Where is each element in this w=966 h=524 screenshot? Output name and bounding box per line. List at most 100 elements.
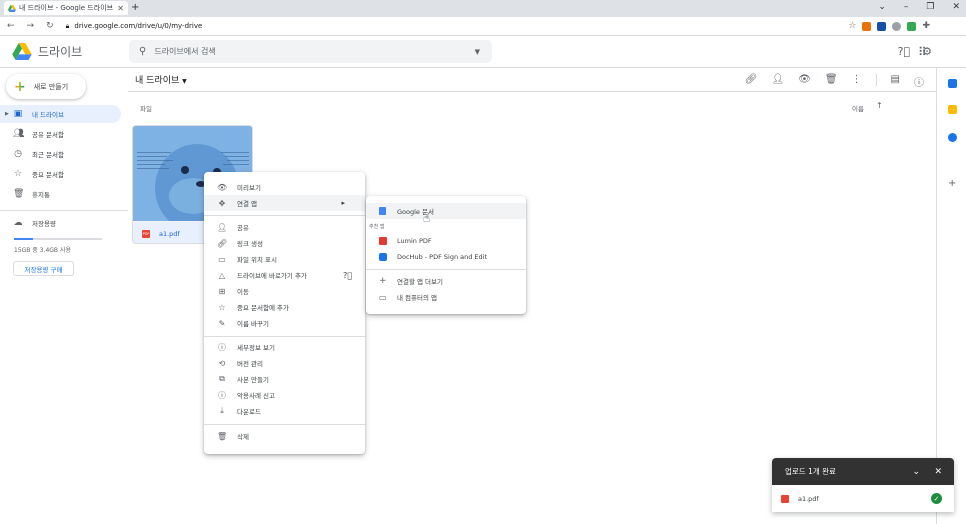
search-options-icon[interactable]: ▼	[475, 48, 480, 56]
page-title-text: 내 드라이브	[135, 76, 180, 86]
minimize-icon[interactable]: –	[904, 2, 909, 12]
bookmark-star-icon[interactable]: ☆	[848, 21, 856, 31]
clock-icon: ◷	[14, 149, 22, 159]
chevron-down-icon[interactable]: ⌄	[878, 2, 886, 12]
menu-item-delete[interactable]: 🗑︎ 삭제	[204, 428, 365, 444]
info-icon: ⓘ	[218, 342, 226, 352]
link-icon[interactable]: 🔗︎	[745, 74, 758, 89]
keep-icon[interactable]	[948, 105, 957, 114]
help-icon[interactable]: ?⃝	[343, 271, 352, 280]
divider	[128, 91, 936, 92]
list-view-icon[interactable]: ▤	[891, 74, 900, 89]
upload-file-name: a1.pdf	[798, 494, 819, 503]
search-icon[interactable]: ⚲	[139, 46, 146, 57]
menu-item-google-docs[interactable]: Google 문서	[366, 203, 526, 219]
menu-item-details[interactable]: ⓘ 세부정보 보기	[204, 339, 365, 355]
menu-item-label: Lumin PDF	[397, 237, 432, 245]
trash-icon: 🗑︎	[217, 431, 228, 441]
info-icon[interactable]: ⓘ	[914, 74, 924, 89]
close-tab-icon[interactable]: ✕	[117, 4, 124, 13]
extension-icon[interactable]	[892, 21, 902, 31]
more-vert-icon[interactable]: ⋮	[852, 74, 862, 89]
menu-item-move[interactable]: ⊞ 이동	[204, 283, 365, 299]
chevron-right-icon: ▸	[341, 199, 345, 207]
file-name: a1.pdf	[159, 229, 180, 238]
calendar-icon[interactable]	[948, 79, 957, 88]
puzzle-icon[interactable]: ✚	[922, 21, 930, 31]
dochub-icon	[379, 253, 387, 261]
sort-arrow-icon[interactable]: ↑	[876, 101, 883, 110]
menu-item-versions[interactable]: ⟲ 버전 관리	[204, 355, 365, 371]
url-text[interactable]: drive.google.com/drive/u/0/my-drive	[74, 22, 202, 30]
upload-panel: 업로드 1개 완료 ⌄ ✕ a1.pdf ✓	[772, 458, 954, 512]
extension-icon[interactable]	[907, 21, 917, 31]
upload-file-row[interactable]: a1.pdf ✓	[772, 485, 954, 512]
menu-item-label: 삭제	[237, 433, 249, 441]
menu-item-add-starred[interactable]: ☆ 중요 문서함에 추가	[204, 299, 365, 315]
sidebar-item-shared[interactable]: 👥︎ 공유 문서함	[0, 125, 121, 143]
menu-item-make-copy[interactable]: ⧉ 사본 만들기	[204, 371, 365, 387]
forward-icon[interactable]: →	[27, 21, 35, 31]
google-docs-icon	[379, 207, 386, 215]
menu-item-label: 다운로드	[237, 408, 261, 416]
new-button[interactable]: + 새로 만들기	[6, 74, 86, 99]
menu-separator	[204, 215, 365, 216]
copy-icon: ⧉	[219, 374, 225, 383]
sidebar-item-starred[interactable]: ☆ 중요 문서함	[0, 165, 121, 183]
menu-separator	[204, 336, 365, 337]
new-tab-icon[interactable]: +	[131, 2, 139, 13]
menu-item-open-with[interactable]: ✥ 연결 앱 ▸	[204, 195, 365, 211]
menu-item-lumin-pdf[interactable]: Lumin PDF	[366, 233, 526, 249]
sort-label[interactable]: 이름	[852, 103, 864, 113]
sidebar-item-label: 중요 문서함	[32, 171, 64, 179]
eye-icon[interactable]: 👁︎	[798, 74, 811, 89]
menu-item-dochub[interactable]: DocHub - PDF Sign and Edit	[366, 249, 526, 265]
browser-tab[interactable]: 내 드라이브 - Google 드라이브 ✕	[4, 1, 128, 15]
history-icon: ⟲	[218, 358, 226, 368]
star-icon: ☆	[218, 302, 226, 312]
sidebar-item-recent[interactable]: ◷ 최근 문서함	[0, 145, 121, 163]
close-window-icon[interactable]: ✕	[952, 2, 960, 12]
close-icon[interactable]: ✕	[934, 467, 942, 477]
menu-item-report-abuse[interactable]: ⓘ 악용사례 신고	[204, 387, 365, 403]
lock-icon: 🔒︎	[65, 21, 70, 30]
star-icon: ☆	[13, 169, 23, 179]
sidebar-item-trash[interactable]: 🗑︎ 휴지통	[0, 185, 121, 203]
trash-icon[interactable]: 🗑︎	[825, 74, 838, 89]
sidebar-item-storage[interactable]: ☁ 저장용량	[0, 214, 121, 232]
menu-item-label: 링크 생성	[237, 240, 263, 248]
back-icon[interactable]: ←	[7, 21, 15, 31]
chevron-down-icon[interactable]: ⌄	[912, 467, 920, 477]
search-input[interactable]: 드라이브에서 검색	[154, 46, 215, 57]
add-addon-icon[interactable]: +	[948, 178, 956, 189]
menu-item-add-shortcut[interactable]: △ 드라이브에 바로가기 추가 ?⃝	[204, 267, 365, 283]
extension-icon[interactable]	[862, 21, 872, 31]
menu-item-label: 내 컴퓨터의 앱	[397, 294, 438, 302]
menu-item-more-apps[interactable]: + 연결할 앱 더보기	[366, 273, 526, 289]
menu-item-share[interactable]: 👤︎ 공유	[204, 219, 365, 235]
help-icon[interactable]: ?⃝	[898, 45, 910, 58]
maximize-icon[interactable]: ❐	[926, 2, 934, 12]
search-bar[interactable]: ⚲ 드라이브에서 검색 ▼	[129, 40, 492, 63]
my-drive-icon: ▣	[13, 109, 23, 119]
page-title[interactable]: 내 드라이브 ▼	[135, 73, 187, 86]
menu-separator	[366, 269, 526, 270]
menu-item-preview[interactable]: 👁︎ 미리보기	[204, 179, 365, 195]
reload-icon[interactable]: ↻	[46, 21, 54, 31]
menu-item-get-link[interactable]: 🔗︎ 링크 생성	[204, 235, 365, 251]
drive-logo[interactable]: 드라이브	[12, 43, 82, 60]
expand-arrow-icon[interactable]: ▶	[5, 111, 9, 117]
menu-item-show-location[interactable]: ▭ 파일 위치 표시	[204, 251, 365, 267]
tasks-icon[interactable]	[948, 133, 957, 142]
sidebar-item-label: 내 드라이브	[32, 111, 64, 119]
extension-icon[interactable]	[877, 21, 887, 31]
menu-item-label: 연결할 앱 더보기	[397, 278, 443, 286]
menu-item-label: 악용사례 신고	[237, 392, 275, 400]
buy-storage-button[interactable]: 저장용량 구매	[13, 261, 74, 276]
menu-item-computer-apps[interactable]: ▭ 내 컴퓨터의 앱	[366, 289, 526, 305]
menu-item-download[interactable]: ⤓ 다운로드	[204, 403, 365, 419]
person-add-icon[interactable]: 👤︎	[771, 74, 784, 89]
apps-grid-icon[interactable]: ⠿	[918, 45, 927, 59]
menu-item-rename[interactable]: ✎ 이름 바꾸기	[204, 315, 365, 331]
sidebar-item-my-drive[interactable]: ▶ ▣ 내 드라이브	[0, 105, 121, 123]
